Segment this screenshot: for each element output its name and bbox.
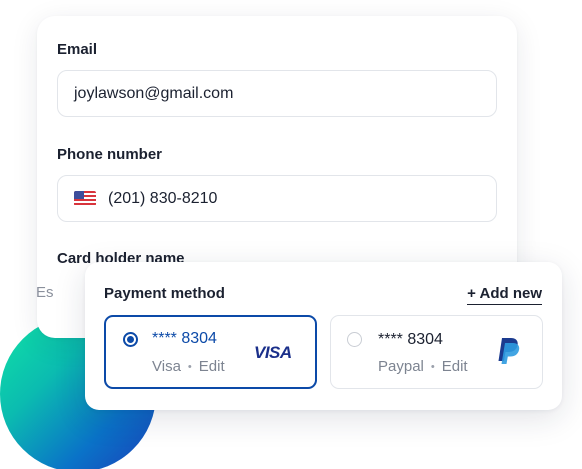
- edit-link[interactable]: Edit: [199, 358, 225, 375]
- radio-unselected[interactable]: [347, 332, 362, 347]
- add-new-button[interactable]: + Add new: [467, 285, 542, 305]
- payment-option-paypal[interactable]: **** 8304 Paypal • Edit: [330, 315, 543, 389]
- phone-value: (201) 830-8210: [108, 189, 218, 207]
- card-holder-field-partial[interactable]: Es: [36, 284, 54, 301]
- edit-link[interactable]: Edit: [442, 358, 468, 375]
- card-meta: Visa • Edit: [152, 358, 225, 375]
- payment-option-visa[interactable]: **** 8304 Visa • Edit VISA: [104, 315, 317, 389]
- card-type: Visa: [152, 358, 181, 375]
- card-type: Paypal: [378, 358, 424, 375]
- payment-method-title: Payment method: [104, 285, 225, 302]
- paypal-icon: [498, 338, 520, 364]
- card-number: **** 8304: [378, 331, 443, 348]
- us-flag-icon: [74, 191, 96, 206]
- visa-logo-icon: VISA: [254, 343, 292, 362]
- phone-field[interactable]: (201) 830-8210: [57, 175, 497, 222]
- payment-method-card: Payment method + Add new **** 8304 Visa …: [85, 262, 562, 410]
- radio-selected[interactable]: [123, 332, 138, 347]
- separator-dot: •: [187, 360, 192, 373]
- phone-label: Phone number: [57, 146, 163, 163]
- separator-dot: •: [430, 360, 435, 373]
- email-value: joylawson@gmail.com: [74, 84, 234, 102]
- email-field[interactable]: joylawson@gmail.com: [57, 70, 497, 117]
- card-number: **** 8304: [152, 330, 217, 347]
- email-label: Email: [57, 41, 98, 58]
- card-meta: Paypal • Edit: [378, 358, 468, 375]
